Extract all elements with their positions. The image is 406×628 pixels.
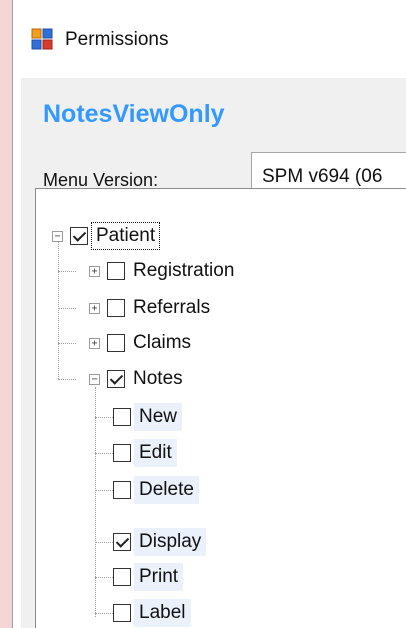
- tree-node-label: Claims: [133, 332, 192, 353]
- new-checkbox[interactable]: [113, 408, 131, 426]
- expand-icon[interactable]: +: [89, 302, 100, 314]
- tree-node-notes[interactable]: − Notes: [89, 364, 188, 394]
- tree-node-registration[interactable]: + Registration: [89, 256, 239, 286]
- tree-node-label-item[interactable]: Label: [113, 598, 191, 628]
- tree-node-label: Referrals: [133, 297, 211, 318]
- permissions-tree[interactable]: − Patient + Registration + Referrals + C…: [35, 188, 406, 628]
- tree-connector-line: [95, 417, 113, 418]
- tree-node-referrals[interactable]: + Referrals: [89, 293, 215, 323]
- print-checkbox[interactable]: [113, 568, 131, 586]
- tree-connector-line: [58, 379, 76, 380]
- tree-node-claims[interactable]: + Claims: [89, 328, 196, 358]
- tree-node-label: Label: [134, 599, 191, 627]
- label-checkbox[interactable]: [113, 604, 131, 622]
- page-title: NotesViewOnly: [43, 100, 225, 128]
- tree-node-label: Patient: [91, 222, 161, 250]
- window-title: Permissions: [65, 29, 169, 50]
- registration-checkbox[interactable]: [107, 262, 125, 280]
- tree-connector-line: [95, 387, 96, 617]
- form-client-area: NotesViewOnly Menu Version: SPM v694 (06…: [21, 78, 406, 628]
- tree-connector-line: [95, 577, 113, 578]
- notes-checkbox[interactable]: [107, 370, 125, 388]
- permissions-window: Permissions NotesViewOnly Menu Version: …: [12, 0, 406, 628]
- tree-connector-line: [58, 308, 76, 309]
- claims-checkbox[interactable]: [107, 334, 125, 352]
- tree-connector-line: [58, 271, 76, 272]
- tree-connector-line: [58, 343, 76, 344]
- tree-node-label: Print: [134, 563, 184, 591]
- referrals-checkbox[interactable]: [107, 299, 125, 317]
- expand-icon[interactable]: +: [89, 337, 100, 349]
- patient-checkbox[interactable]: [70, 227, 88, 245]
- title-bar: Permissions: [13, 0, 406, 78]
- tree-node-new[interactable]: New: [113, 402, 183, 432]
- tree-node-patient[interactable]: − Patient: [52, 221, 161, 251]
- tree-connector-line: [95, 613, 113, 614]
- tree-node-label: Notes: [133, 368, 183, 389]
- tree-connector-line: [95, 542, 113, 543]
- app-window-icon: [31, 28, 53, 50]
- tree-node-label: Registration: [133, 260, 235, 281]
- edit-checkbox[interactable]: [113, 444, 131, 462]
- collapse-icon[interactable]: −: [52, 230, 63, 242]
- tree-node-print[interactable]: Print: [113, 562, 184, 592]
- tree-node-edit[interactable]: Edit: [113, 438, 177, 468]
- delete-checkbox[interactable]: [113, 481, 131, 499]
- tree-node-label: New: [134, 403, 183, 431]
- tree-node-label: Delete: [134, 476, 199, 504]
- display-checkbox[interactable]: [113, 533, 131, 551]
- tree-connector-line: [95, 490, 113, 491]
- tree-node-label: Edit: [134, 439, 177, 467]
- collapse-icon[interactable]: −: [89, 373, 100, 385]
- tree-node-label: Display: [134, 528, 207, 556]
- tree-node-delete[interactable]: Delete: [113, 475, 199, 505]
- expand-icon[interactable]: +: [89, 265, 100, 277]
- tree-connector-line: [95, 453, 113, 454]
- tree-node-display[interactable]: Display: [113, 527, 207, 557]
